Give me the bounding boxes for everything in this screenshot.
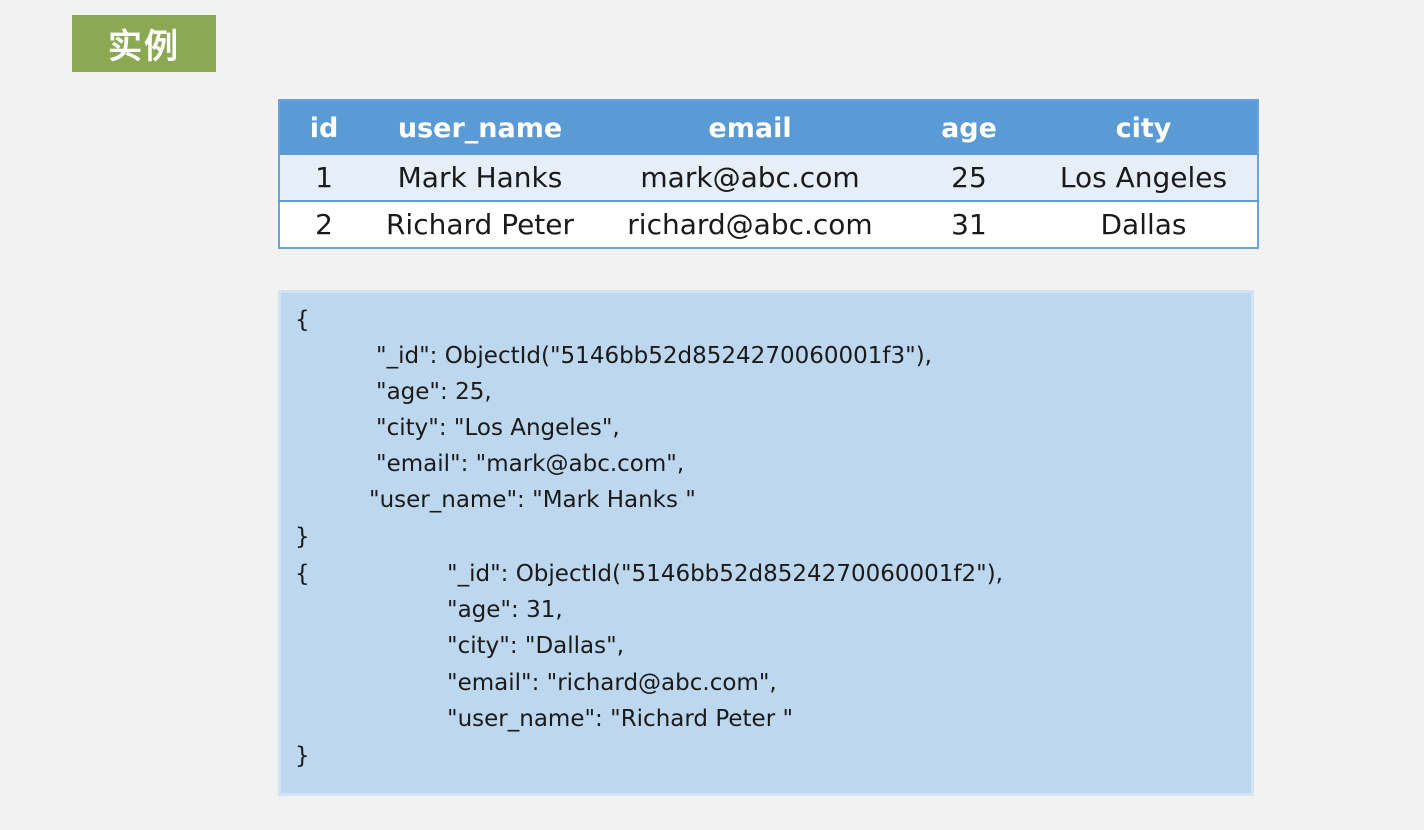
json-line-city: "city": "Los Angeles", bbox=[376, 415, 620, 441]
json-line-email: "email": "mark@abc.com", bbox=[376, 451, 685, 477]
cell-age: 31 bbox=[908, 200, 1030, 248]
cell-id: 1 bbox=[279, 155, 368, 201]
column-header-email: email bbox=[592, 100, 908, 155]
cell-city: Dallas bbox=[1030, 200, 1258, 248]
json-line-age: "age": 25, bbox=[376, 379, 492, 405]
json-line-id: "_id": ObjectId("5146bb52d8524270060001f… bbox=[376, 343, 932, 369]
cell-user-name: Richard Peter bbox=[368, 200, 592, 248]
json-brace-close: } bbox=[295, 743, 310, 769]
cell-email: richard@abc.com bbox=[592, 200, 908, 248]
json-line-age: "age": 31, bbox=[447, 597, 563, 623]
cell-id: 2 bbox=[279, 200, 368, 248]
column-header-city: city bbox=[1030, 100, 1258, 155]
cell-email: mark@abc.com bbox=[592, 155, 908, 201]
column-header-id: id bbox=[279, 100, 368, 155]
json-line-city: "city": "Dallas", bbox=[447, 633, 625, 659]
column-header-user-name: user_name bbox=[368, 100, 592, 155]
table-row: 1 Mark Hanks mark@abc.com 25 Los Angeles bbox=[279, 155, 1258, 201]
json-line-user-name: "user_name": "Mark Hanks " bbox=[369, 487, 696, 513]
json-line-id: "_id": ObjectId("5146bb52d8524270060001f… bbox=[447, 561, 1003, 587]
page-title: 实例 bbox=[72, 15, 216, 72]
json-brace-close: } bbox=[295, 524, 310, 550]
table-row: 2 Richard Peter richard@abc.com 31 Dalla… bbox=[279, 200, 1258, 248]
json-line-user-name: "user_name": "Richard Peter " bbox=[447, 706, 794, 732]
json-brace-open: { bbox=[295, 307, 310, 333]
cell-user-name: Mark Hanks bbox=[368, 155, 592, 201]
cell-age: 25 bbox=[908, 155, 1030, 201]
json-brace-open: { bbox=[295, 561, 310, 587]
table-header-row: id user_name email age city bbox=[279, 100, 1258, 155]
json-document-panel: { "_id": ObjectId("5146bb52d852427006000… bbox=[278, 290, 1254, 796]
cell-city: Los Angeles bbox=[1030, 155, 1258, 201]
users-table: id user_name email age city 1 Mark Hanks… bbox=[278, 99, 1259, 249]
json-line-email: "email": "richard@abc.com", bbox=[447, 670, 777, 696]
column-header-age: age bbox=[908, 100, 1030, 155]
